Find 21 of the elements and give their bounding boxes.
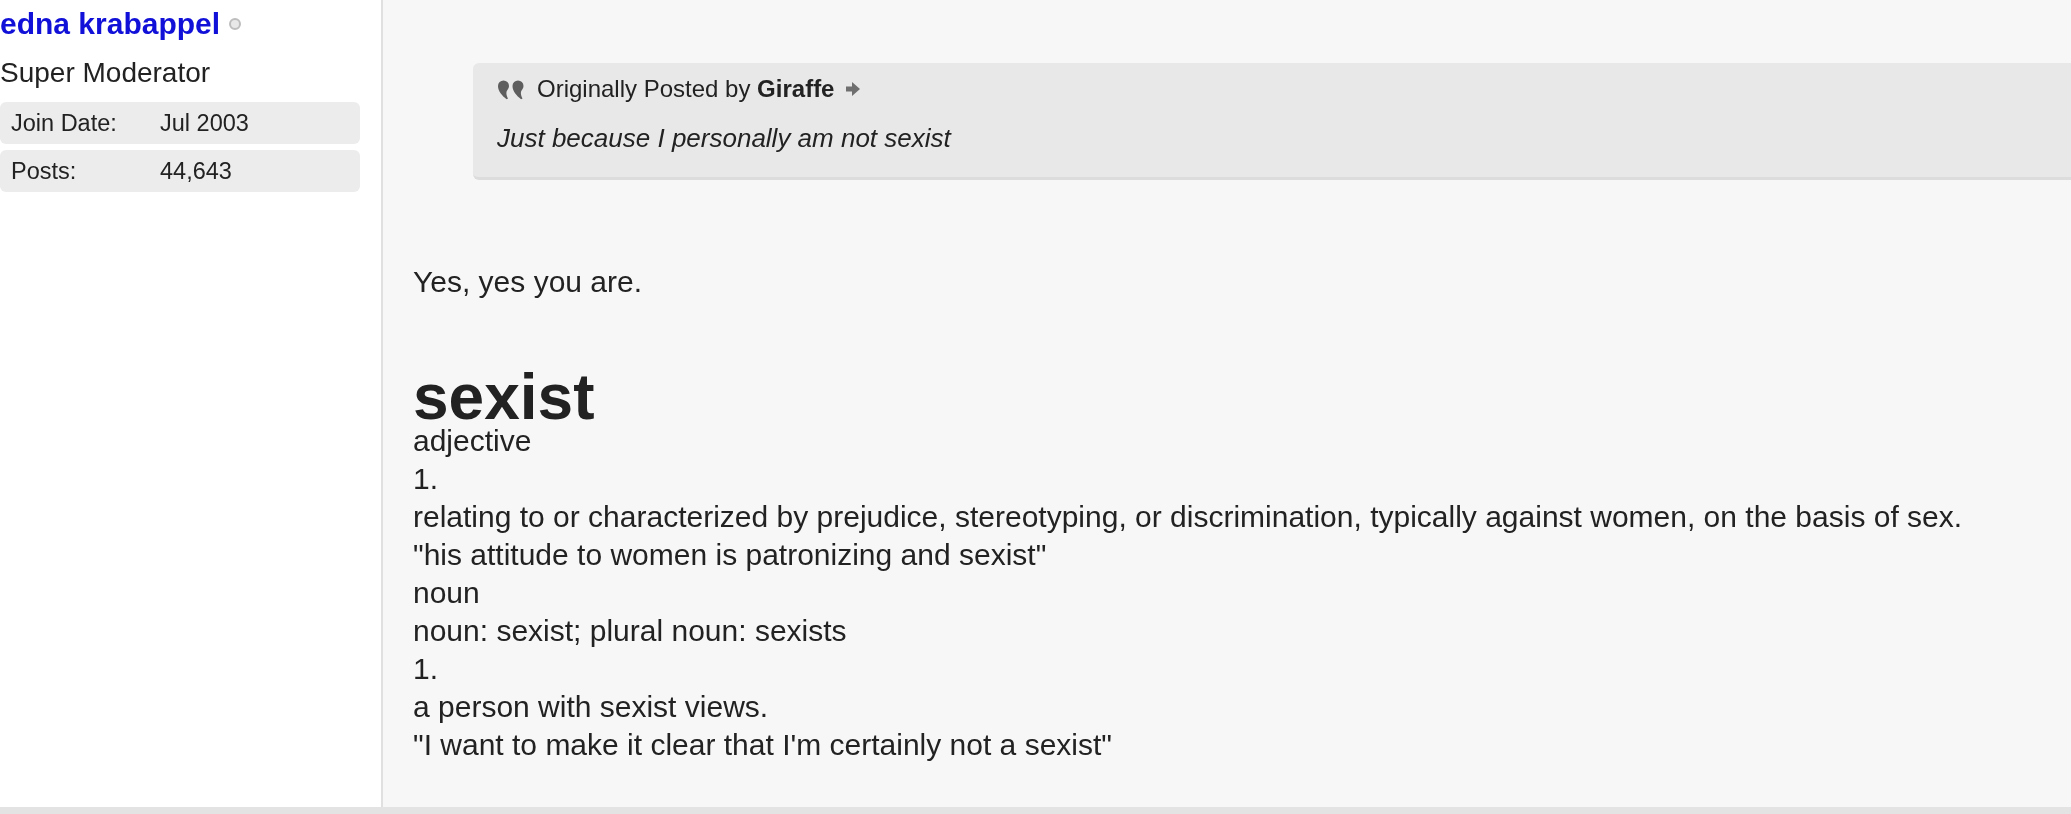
definition-line: 1. — [413, 461, 440, 497]
definition-line: a person with sexist views. — [413, 689, 770, 725]
definition-line: "his attitude to women is patronizing and sexist" — [413, 537, 1048, 573]
reply-text: Yes, yes you are. — [413, 264, 644, 300]
info-value: 44,643 — [160, 157, 232, 185]
user-title: Super Moderator — [0, 57, 212, 89]
definition-line: adjective — [413, 423, 533, 459]
info-label: Posts: — [10, 157, 78, 185]
definition-line: relating to or characterized by prejudice, stereotyping, or discrimination, typically against women, on the basis of sex. — [413, 499, 1964, 535]
info-value: Jul 2003 — [160, 109, 249, 137]
quote-attribution: Originally Posted by Giraffe — [537, 75, 835, 103]
definition-line: "I want to make it clear that I'm certainly not a sexist" — [413, 727, 1113, 763]
username-link[interactable]: edna krabappel — [0, 7, 221, 41]
quote-marks-icon — [497, 78, 525, 100]
definition-line: noun — [413, 575, 481, 611]
headword: sexist — [413, 373, 596, 422]
definition-line: noun: sexist; plural noun: sexists — [413, 613, 848, 649]
quote-text: Just because I personally am not sexist — [497, 123, 953, 153]
info-label: Join Date: — [10, 109, 118, 137]
arrow-icon[interactable] — [846, 82, 861, 96]
definition-line: 1. — [413, 651, 440, 687]
